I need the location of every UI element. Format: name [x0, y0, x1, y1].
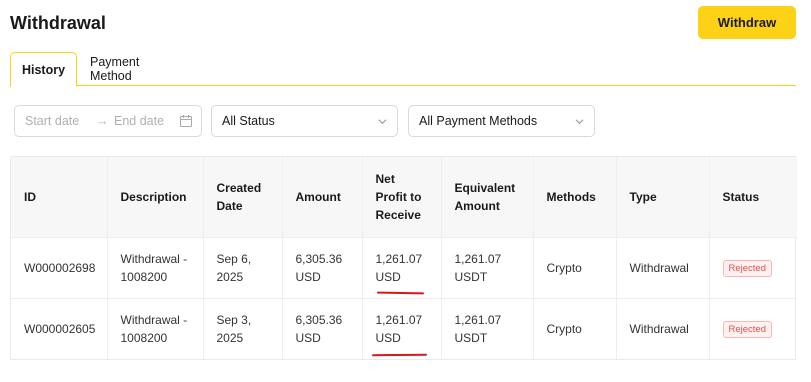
cell-equivalent-amount: 1,261.07 USDT: [441, 298, 534, 359]
table-row[interactable]: W000002698 Withdrawal -1008200 Sep 6, 202…: [11, 237, 797, 299]
cell-method: Crypto: [533, 298, 617, 359]
cell-equivalent-amount: 1,261.07 USDT: [441, 237, 534, 299]
cell-id: W000002605: [11, 298, 108, 359]
column-header-methods[interactable]: Methods: [533, 157, 617, 238]
table-row[interactable]: W000002605 Withdrawal -1008200 Sep 3, 202…: [11, 298, 797, 359]
cell-net-profit: 1,261.07 USD: [362, 298, 442, 359]
withdraw-button[interactable]: Withdraw: [698, 6, 796, 39]
cell-type: Withdrawal: [616, 237, 710, 299]
arrow-right-icon: →: [96, 114, 109, 128]
status-select[interactable]: All Status: [211, 105, 398, 137]
cell-description: Withdrawal -1008200: [107, 237, 204, 299]
page-title: Withdrawal: [10, 13, 106, 33]
column-header-amount[interactable]: Amount: [282, 157, 363, 238]
tab-history[interactable]: History: [10, 52, 77, 87]
cell-status: Rejected: [709, 298, 797, 359]
calendar-icon: [180, 115, 192, 127]
column-header-description[interactable]: Description: [107, 157, 204, 238]
cell-net-profit: 1,261.07 USD: [362, 237, 442, 299]
column-header-equivalent-amount[interactable]: Equivalent Amount: [441, 157, 534, 238]
start-date-input[interactable]: Start date: [25, 114, 79, 128]
chevron-down-icon: [378, 119, 387, 125]
chevron-down-icon: [575, 119, 584, 125]
column-header-type[interactable]: Type: [616, 157, 710, 238]
cell-type: Withdrawal: [616, 298, 710, 359]
payment-method-select[interactable]: All Payment Methods: [408, 105, 595, 137]
column-header-id[interactable]: ID: [11, 157, 108, 238]
column-header-created-date[interactable]: Created Date: [203, 157, 283, 238]
end-date-input[interactable]: End date: [114, 114, 164, 128]
column-header-net-profit[interactable]: Net Profit to Receive: [362, 157, 442, 238]
tab-bar: History Payment Method: [10, 52, 796, 87]
withdrawal-table: ID Description Created Date Amount Net Pro…: [10, 156, 797, 360]
cell-created-date: Sep 3, 2025: [203, 298, 283, 359]
cell-description: Withdrawal -1008200: [107, 298, 204, 359]
payment-method-select-value: All Payment Methods: [419, 114, 538, 128]
cell-status: Rejected: [709, 237, 797, 299]
tab-payment-method[interactable]: Payment Method: [90, 52, 182, 86]
cell-method: Crypto: [533, 237, 617, 299]
column-header-status[interactable]: Status: [709, 157, 797, 238]
date-range-picker[interactable]: Start date → End date: [14, 105, 202, 137]
status-select-value: All Status: [222, 114, 275, 128]
status-badge: Rejected: [722, 260, 772, 277]
table-header-row: ID Description Created Date Amount Net Pro…: [11, 157, 797, 238]
status-badge: Rejected: [722, 321, 772, 339]
cell-created-date: Sep 6, 2025: [203, 237, 283, 299]
cell-amount: 6,305.36 USD: [282, 298, 363, 359]
cell-amount: 6,305.36 USD: [282, 237, 363, 299]
cell-id: W000002698: [11, 237, 108, 299]
